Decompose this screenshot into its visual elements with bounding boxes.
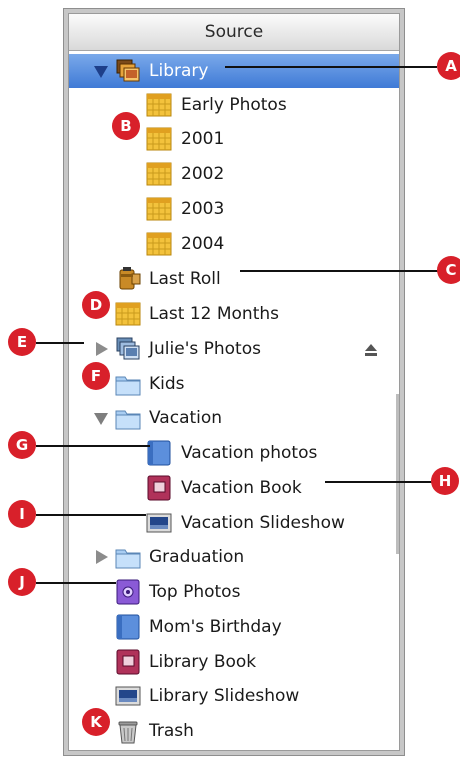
calendar-icon [114, 300, 142, 328]
source-item-graduation[interactable]: Graduation [69, 540, 399, 574]
disclosure-triangle-expanded[interactable] [94, 66, 108, 78]
callout-badge-g: G [8, 431, 36, 459]
source-item-2002[interactable]: 2002 [69, 157, 399, 191]
slideshow-icon [145, 509, 173, 537]
source-item-top-photos[interactable]: Top Photos [69, 575, 399, 609]
source-item-2003[interactable]: 2003 [69, 192, 399, 226]
callout-badge-a: A [437, 52, 460, 80]
callout-badge-d: D [82, 291, 110, 319]
book-icon [114, 648, 142, 676]
calendar-icon [145, 91, 173, 119]
source-item-label: Kids [149, 374, 185, 394]
folder-icon [114, 370, 142, 398]
callout-badge-i: I [8, 500, 36, 528]
callout-leader-j [36, 582, 116, 584]
source-item-label: Library [149, 61, 209, 81]
callout-badge-k: K [82, 708, 110, 736]
calendar-icon [145, 160, 173, 188]
trash-icon [114, 717, 142, 745]
source-item-vacation-photos[interactable]: Vacation photos [69, 436, 399, 470]
source-item-julies-photos[interactable]: Julie's Photos [69, 332, 399, 366]
callout-badge-b: B [112, 112, 140, 140]
source-item-trash[interactable]: Trash [69, 714, 399, 748]
source-item-label: Library Book [149, 652, 257, 672]
source-item-label: Trash [149, 721, 194, 741]
shared-library-icon [114, 335, 142, 363]
callout-badge-j: J [8, 568, 36, 596]
callout-badge-h: H [431, 467, 459, 495]
source-item-vacation-slideshow[interactable]: Vacation Slideshow [69, 506, 399, 540]
library-icon [114, 57, 142, 85]
source-item-label: Last 12 Months [149, 304, 279, 324]
callout-leader-e [36, 342, 84, 344]
source-item-vacation-book[interactable]: Vacation Book [69, 471, 399, 505]
source-item-kids[interactable]: Kids [69, 367, 399, 401]
callout-leader-g [36, 445, 150, 447]
calendar-icon [145, 125, 173, 153]
source-item-label: Graduation [149, 547, 245, 567]
folder-icon [114, 404, 142, 432]
callout-badge-f: F [82, 362, 110, 390]
source-item-label: Mom's Birthday [149, 617, 282, 637]
source-item-vacation[interactable]: Vacation [69, 401, 399, 435]
calendar-icon [145, 230, 173, 258]
source-item-library-book[interactable]: Library Book [69, 645, 399, 679]
source-item-label: 2003 [181, 199, 225, 219]
source-item-label: Library Slideshow [149, 686, 300, 706]
source-item-label: 2004 [181, 234, 225, 254]
source-item-label: Early Photos [181, 95, 287, 115]
stage: Source Library Early Photos 2001 2002 20… [0, 0, 460, 762]
eject-icon[interactable] [364, 342, 378, 356]
source-item-label: Vacation Book [181, 478, 302, 498]
source-item-2004[interactable]: 2004 [69, 227, 399, 261]
smart-album-icon [114, 578, 142, 606]
source-item-last-12-months[interactable]: Last 12 Months [69, 297, 399, 331]
callout-badge-c: C [437, 256, 460, 284]
source-item-label: Vacation photos [181, 443, 318, 463]
source-item-library-slideshow[interactable]: Library Slideshow [69, 679, 399, 713]
callout-leader-i [36, 514, 146, 516]
source-item-label: Top Photos [149, 582, 241, 602]
slideshow-icon [114, 682, 142, 710]
album-icon [145, 439, 173, 467]
source-item-moms-birthday[interactable]: Mom's Birthday [69, 610, 399, 644]
source-item-last-roll[interactable]: Last Roll [69, 262, 399, 296]
album-icon [114, 613, 142, 641]
source-item-label: Julie's Photos [149, 339, 261, 359]
source-item-library[interactable]: Library [69, 54, 399, 88]
folder-icon [114, 543, 142, 571]
source-item-label: Vacation [149, 408, 223, 428]
callout-badge-e: E [8, 328, 36, 356]
callout-leader-c [240, 270, 438, 272]
book-icon [145, 474, 173, 502]
source-item-label: Last Roll [149, 269, 221, 289]
disclosure-triangle-collapsed[interactable] [96, 342, 108, 356]
disclosure-triangle-expanded[interactable] [94, 413, 108, 425]
source-item-label: Vacation Slideshow [181, 513, 345, 533]
source-item-label: 2001 [181, 129, 225, 149]
source-item-label: 2002 [181, 164, 225, 184]
source-header: Source [69, 14, 399, 51]
calendar-icon [145, 195, 173, 223]
disclosure-triangle-collapsed[interactable] [96, 550, 108, 564]
callout-leader-h [325, 481, 437, 483]
film-roll-icon [114, 265, 142, 293]
callout-leader-a [225, 66, 437, 68]
